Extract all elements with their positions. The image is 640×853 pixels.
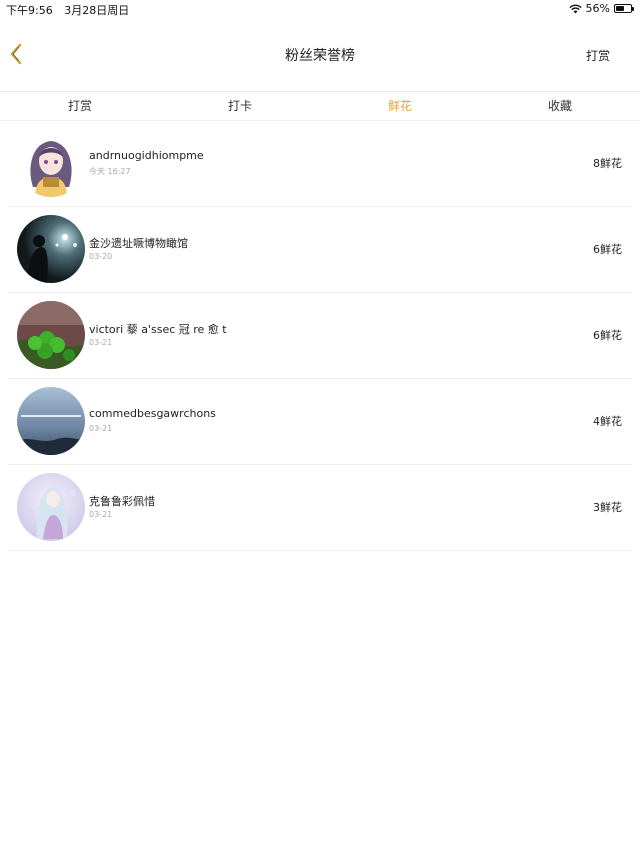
list-item[interactable]: 克鲁鲁彩佩惜 03-21 3鲜花 — [8, 465, 632, 551]
fan-name: victori 藜 a'ssec 冠 re 愈 t — [89, 323, 227, 336]
status-time: 下午9:56 — [6, 4, 53, 17]
fan-list: andrnuogidhiompme 今天 16:27 8鲜花 金沙遗址噘博物瞰馆… — [0, 121, 640, 551]
fan-date: 03-21 — [89, 424, 113, 433]
battery-percent: 56% — [585, 2, 610, 15]
fan-date: 03-20 — [89, 252, 113, 261]
flower-count: 4鲜花 — [593, 415, 622, 428]
status-date: 3月28日周日 — [64, 4, 130, 17]
page-title: 粉丝荣誉榜 — [285, 48, 355, 64]
tab-reward[interactable]: 打赏 — [0, 92, 160, 120]
nav-bar: 粉丝荣誉榜 打赏 — [0, 18, 640, 91]
tab-checkin[interactable]: 打卡 — [160, 92, 320, 120]
fan-date: 03-21 — [89, 338, 113, 347]
fan-date: 03-21 — [89, 510, 113, 519]
fan-name: 克鲁鲁彩佩惜 — [89, 495, 155, 508]
list-item[interactable]: victori 藜 a'ssec 冠 re 愈 t 03-21 6鲜花 — [8, 293, 632, 379]
flower-count: 6鲜花 — [593, 329, 622, 342]
battery-icon — [614, 4, 634, 13]
fan-name: commedbesgawrchons — [89, 407, 216, 420]
status-bar: 下午9:56 3月28日周日 56% — [0, 0, 640, 18]
tab-flowers[interactable]: 鲜花 — [320, 92, 480, 120]
fairy-avatar — [17, 473, 85, 541]
status-indicators: 56% — [568, 2, 634, 15]
reward-button[interactable]: 打赏 — [586, 47, 610, 64]
night-lights-avatar — [17, 215, 85, 283]
fan-name: 金沙遗址噘博物瞰馆 — [89, 237, 188, 250]
tab-favorites[interactable]: 收藏 — [480, 92, 640, 120]
flower-count: 8鲜花 — [593, 157, 622, 170]
sky-text-avatar — [17, 387, 85, 455]
list-item[interactable]: commedbesgawrchons 03-21 4鲜花 — [8, 379, 632, 465]
wifi-icon — [568, 4, 582, 13]
battery-level — [616, 6, 624, 11]
flower-count: 6鲜花 — [593, 243, 622, 256]
list-item[interactable]: andrnuogidhiompme 今天 16:27 8鲜花 — [8, 121, 632, 207]
status-time-date: 下午9:56 3月28日周日 — [6, 2, 137, 18]
tab-bar: 打赏 打卡 鲜花 收藏 — [0, 92, 640, 120]
fan-date: 今天 16:27 — [89, 167, 131, 176]
list-item[interactable]: 金沙遗址噘博物瞰馆 03-20 6鲜花 — [8, 207, 632, 293]
fan-name: andrnuogidhiompme — [89, 149, 204, 162]
anime-girl-avatar — [17, 129, 85, 197]
clover-avatar — [17, 301, 85, 369]
flower-count: 3鲜花 — [593, 501, 622, 514]
